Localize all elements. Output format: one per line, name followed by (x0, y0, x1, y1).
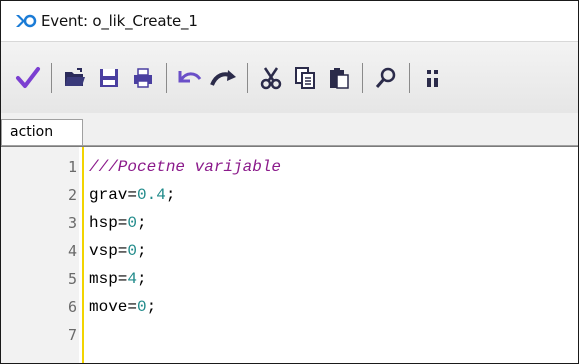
line-number: 4 (67, 242, 77, 260)
code-token: ; (146, 298, 157, 316)
code-text: msp=4; (89, 267, 147, 292)
window-title: Event: o_lik_Create_1 (41, 12, 198, 30)
line-number: 1 (67, 158, 77, 176)
tab-bar: action (1, 113, 578, 146)
code-token: move= (89, 298, 138, 316)
code-token: ; (137, 242, 147, 260)
code-text: hsp=0; (89, 211, 147, 236)
code-text: move=0; (89, 295, 156, 320)
code-text: vsp=0; (89, 239, 147, 264)
gamemaker-logo-icon (15, 11, 37, 31)
code-line[interactable]: 3 hsp=0; (1, 211, 578, 236)
code-line[interactable]: 5 msp=4; (1, 267, 578, 292)
search-icon[interactable] (371, 63, 401, 93)
toolbar-separator (409, 62, 410, 93)
code-text: grav=0.4; (89, 183, 175, 208)
line-number: 6 (67, 298, 77, 316)
code-token: vsp= (89, 242, 128, 260)
paste-icon[interactable] (324, 63, 354, 93)
code-comment: ///Pocetne varijable (89, 158, 282, 176)
line-number: 5 (67, 270, 77, 288)
tab-action[interactable]: action (1, 119, 83, 145)
code-token: grav= (89, 186, 138, 204)
line-number: 2 (67, 186, 77, 204)
code-editor-window: Event: o_lik_Create_1 action 1 ///Pocetn… (0, 0, 579, 364)
ok-checkmark-icon[interactable] (13, 63, 43, 93)
code-token: ; (165, 186, 176, 204)
code-line[interactable]: 7 (1, 323, 578, 348)
goto-line-icon[interactable] (418, 63, 448, 93)
toolbar-separator (51, 62, 52, 93)
code-line[interactable]: 4 vsp=0; (1, 239, 578, 264)
code-line[interactable]: 6 move=0; (1, 295, 578, 320)
line-number: 3 (67, 214, 77, 232)
toolbar-separator (166, 62, 167, 93)
code-number: 0 (127, 214, 138, 232)
code-text: ///Pocetne varijable (89, 155, 281, 180)
toolbar (1, 41, 578, 113)
print-icon[interactable] (128, 63, 158, 93)
code-token: hsp= (89, 214, 128, 232)
code-token: msp= (89, 270, 128, 288)
redo-icon[interactable] (209, 63, 239, 93)
open-folder-icon[interactable] (60, 63, 90, 93)
code-line[interactable]: 1 ///Pocetne varijable (1, 155, 578, 180)
code-token: ; (137, 270, 147, 288)
code-editor[interactable]: 1///Pocetne varijable 2 grav=0.4; 3 hsp=0; 4 v… (1, 146, 578, 363)
copy-icon[interactable] (290, 63, 320, 93)
code-number: 0.4 (137, 186, 166, 204)
toolbar-separator (247, 62, 248, 93)
code-number: 4 (127, 270, 138, 288)
undo-icon[interactable] (175, 63, 205, 93)
save-icon[interactable] (94, 63, 124, 93)
code-number: 0 (127, 242, 138, 260)
toolbar-separator (362, 62, 363, 93)
code-line[interactable]: 2 grav=0.4; (1, 183, 578, 208)
title-bar[interactable]: Event: o_lik_Create_1 (1, 1, 578, 41)
code-number: 0 (137, 298, 147, 316)
line-number: 7 (67, 326, 77, 344)
cut-icon[interactable] (256, 63, 286, 93)
code-token: ; (137, 214, 147, 232)
